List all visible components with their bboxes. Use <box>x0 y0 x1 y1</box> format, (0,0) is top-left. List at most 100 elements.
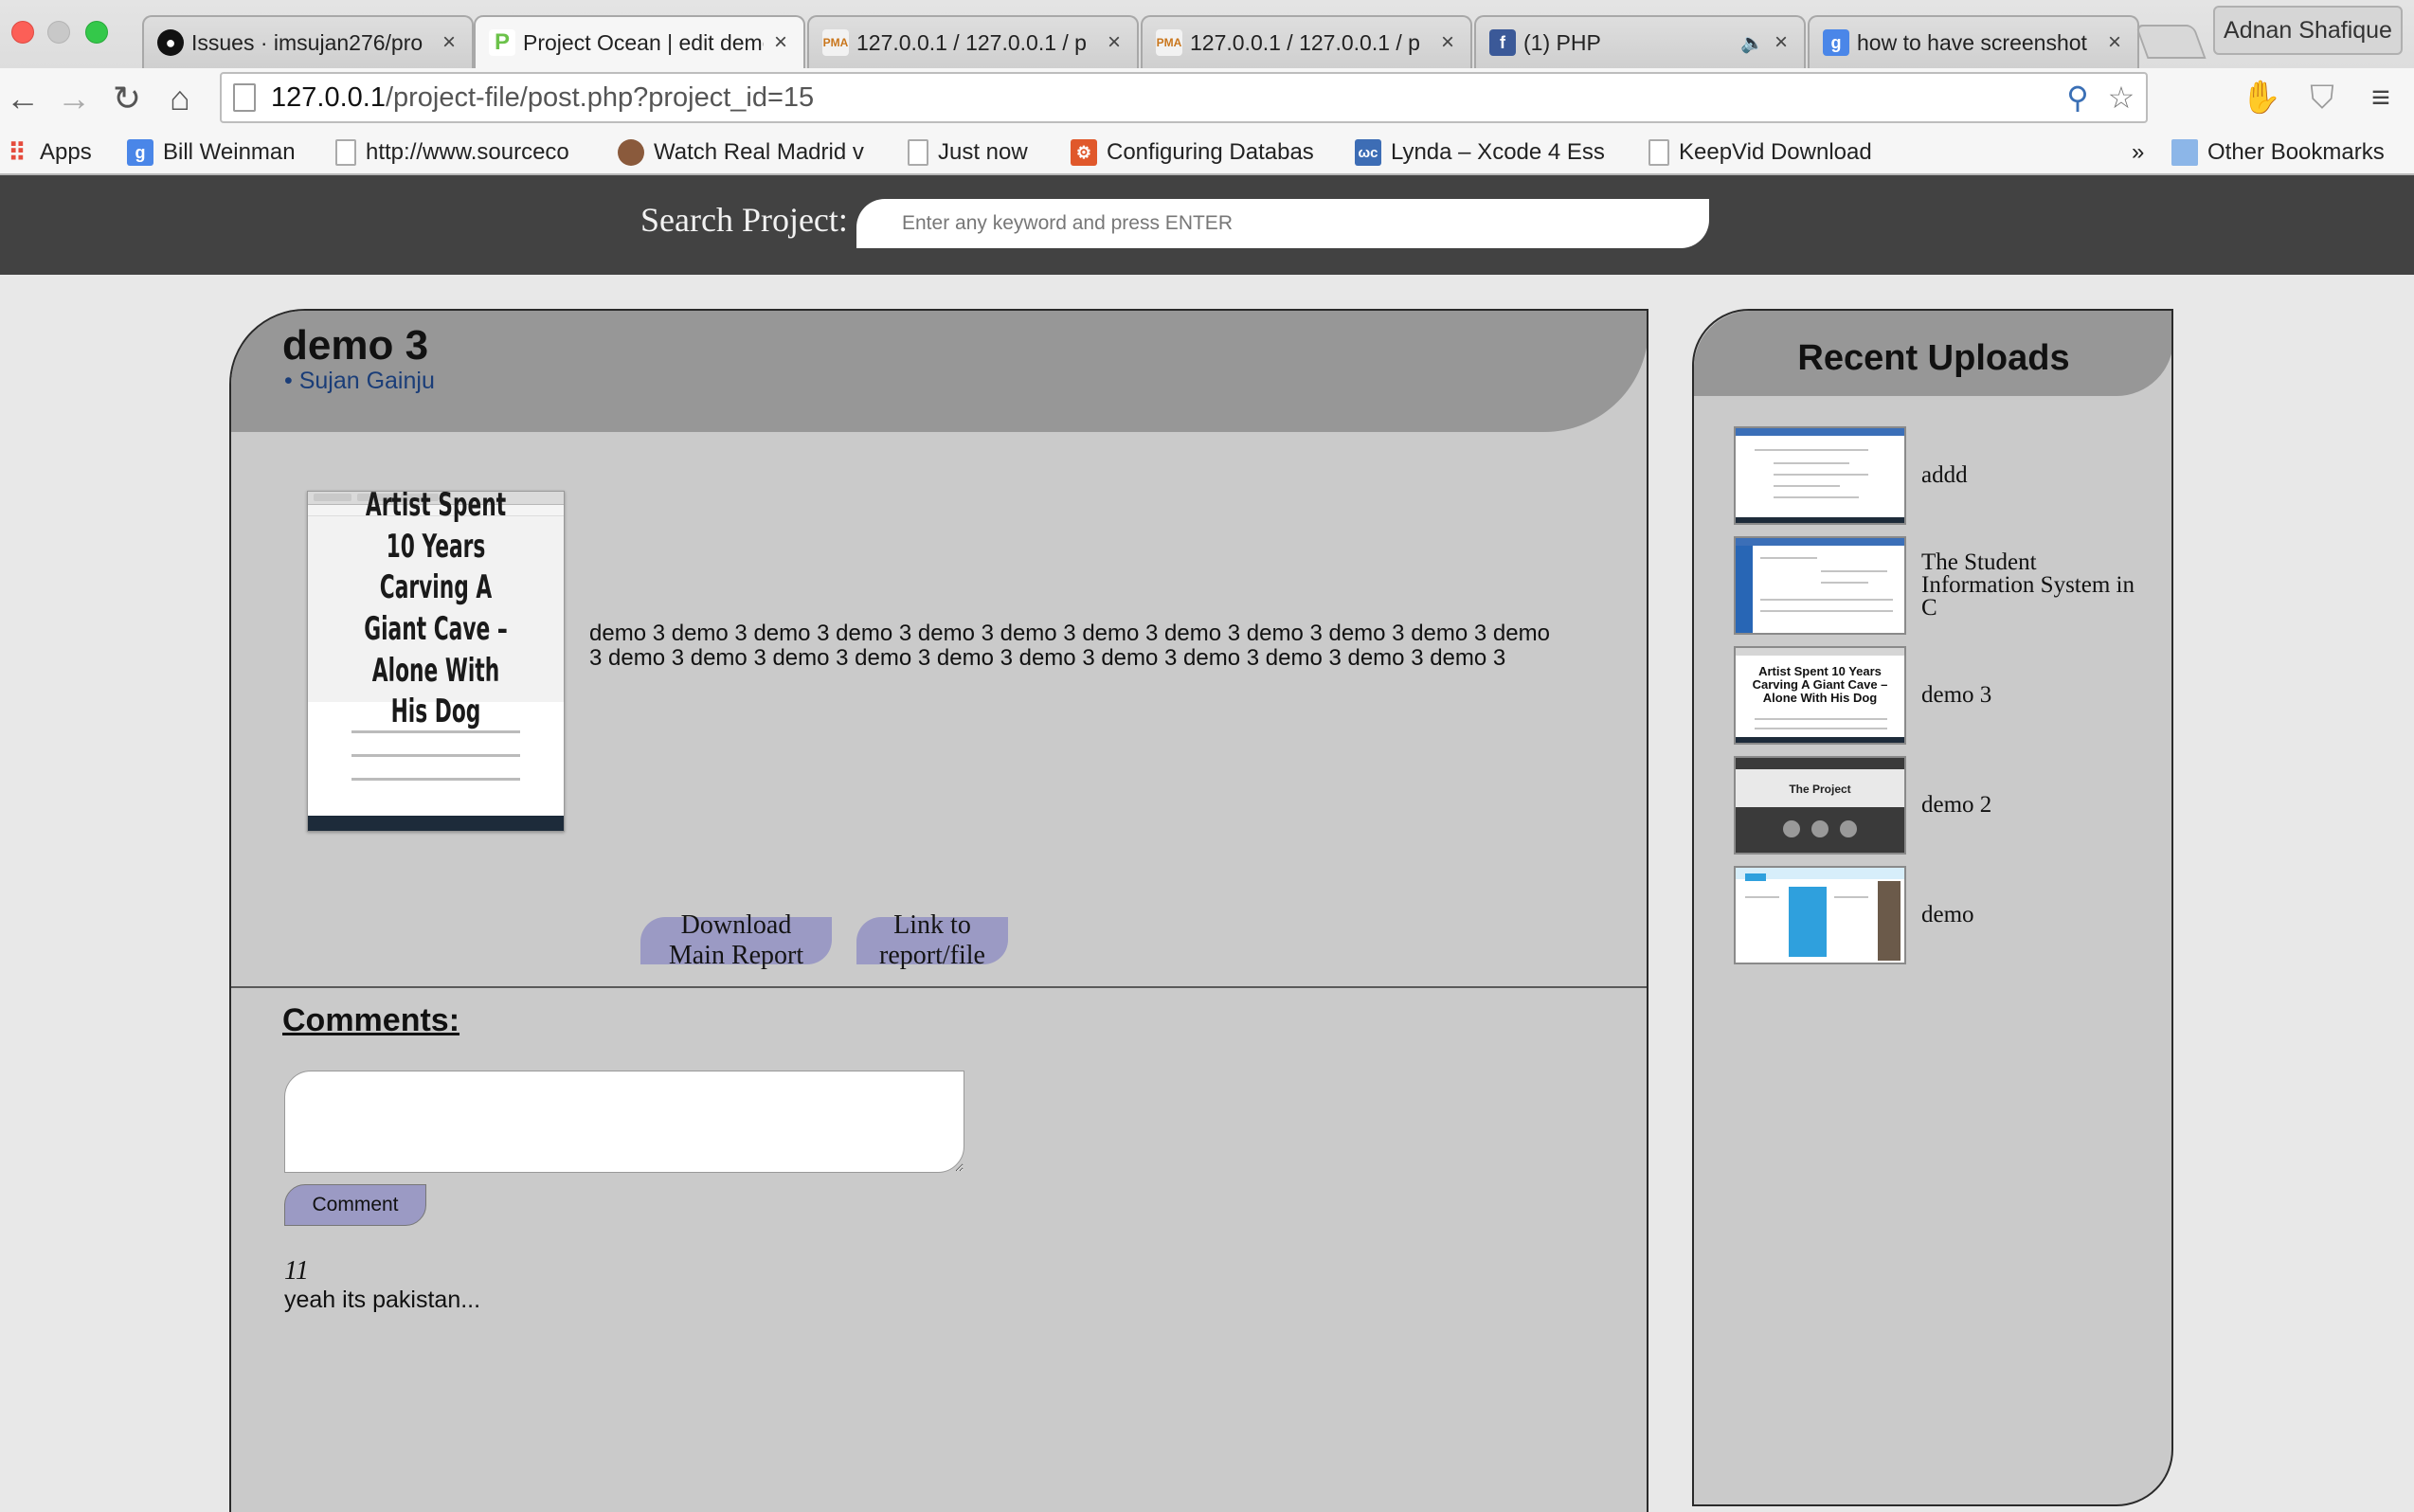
download-report-button[interactable]: Download Main Report <box>640 910 832 970</box>
close-icon[interactable]: × <box>771 29 790 56</box>
url-text[interactable]: 127.0.0.1/project-file/post.php?project_… <box>271 82 2059 114</box>
close-icon[interactable]: × <box>2105 29 2124 56</box>
close-icon[interactable]: × <box>440 29 459 56</box>
author-link[interactable]: • Sujan Gainju <box>284 368 435 395</box>
profile-button[interactable]: Adnan Shafique <box>2213 6 2403 55</box>
search-label: Search Project: <box>640 201 848 239</box>
upload-thumbnail[interactable] <box>1734 536 1906 635</box>
browser-tab[interactable]: PMA 127.0.0.1 / 127.0.0.1 / p × <box>807 15 1139 68</box>
bookmark-item[interactable]: Just now <box>908 135 1050 171</box>
thumb-headline-text: Artist Spent 10 Years Carving A Giant Ca… <box>1752 664 1888 705</box>
tab-title: Issues · imsujan276/pro <box>191 29 423 55</box>
forward-arrow-icon[interactable]: → <box>53 78 95 119</box>
thumb-headline: Artist Spent 10 Years Carving A Giant Ca… <box>308 492 564 730</box>
comments-heading: Comments: <box>282 1002 460 1038</box>
page-icon <box>233 83 256 112</box>
upload-title[interactable]: The Student Information System in C <box>1921 550 2151 620</box>
upload-thumbnail[interactable] <box>1734 866 1906 964</box>
tab-title: 127.0.0.1 / 127.0.0.1 / p <box>1190 29 1420 55</box>
upload-item[interactable]: Artist Spent 10 Years Carving A Giant Ca… <box>1734 646 2151 745</box>
bookmark-label: http://www.sourceco <box>366 139 569 165</box>
facebook-icon: f <box>1489 29 1516 56</box>
post-header: demo 3 • Sujan Gainju <box>231 311 1647 432</box>
phpmyadmin-icon: PMA <box>822 29 849 56</box>
post-panel: demo 3 • Sujan Gainju Artist Spent 10 Ye… <box>229 309 1648 1512</box>
address-bar[interactable]: 127.0.0.1/project-file/post.php?project_… <box>220 72 2148 123</box>
recent-uploads-panel: Recent Uploads addd The Student Informat… <box>1692 309 2173 1506</box>
other-bookmarks-folder[interactable]: Other Bookmarks <box>2171 135 2414 171</box>
upload-item[interactable]: addd <box>1734 426 2151 525</box>
search-input[interactable] <box>856 199 1709 248</box>
bookmark-label: Watch Real Madrid v <box>654 139 864 165</box>
google-icon: g <box>127 139 153 166</box>
sidebar-title: Recent Uploads <box>1797 337 2070 378</box>
post-screenshot[interactable]: Artist Spent 10 Years Carving A Giant Ca… <box>307 491 565 832</box>
tab-title: Project Ocean | edit demo <box>523 29 764 55</box>
bookmark-item[interactable]: KeepVid Download <box>1648 135 1895 171</box>
browser-tab[interactable]: g how to have screenshot × <box>1808 15 2139 68</box>
upload-item[interactable]: The Project demo 2 <box>1734 756 2151 855</box>
adblock-icon[interactable]: ✋ <box>2240 76 2283 119</box>
site-header: Search Project: <box>0 175 2414 275</box>
reload-icon[interactable]: ↻ <box>106 78 148 119</box>
section-divider <box>231 986 1647 988</box>
bookmark-item[interactable]: ⚙ Configuring Databas <box>1071 135 1328 171</box>
tab-strip: ● Issues · imsujan276/pro × P Project Oc… <box>0 0 2414 68</box>
browser-tab-active[interactable]: P Project Ocean | edit demo × <box>474 15 805 68</box>
bookmark-label: KeepVid Download <box>1679 139 1872 165</box>
bookmark-item[interactable]: Watch Real Madrid v <box>618 135 875 171</box>
post-description: demo 3 demo 3 demo 3 demo 3 demo 3 demo … <box>589 621 1550 671</box>
upload-title[interactable]: demo 3 <box>1921 683 1991 707</box>
close-icon[interactable]: × <box>1772 29 1791 56</box>
bookmark-star-icon[interactable]: ☆ <box>2102 79 2140 117</box>
page-icon <box>908 139 928 166</box>
back-arrow-icon[interactable]: ← <box>2 78 44 119</box>
comment-author: 11 <box>284 1256 309 1286</box>
bookmark-item[interactable]: http://www.sourceco <box>335 135 591 171</box>
upload-thumbnail[interactable]: Artist Spent 10 Years Carving A Giant Ca… <box>1734 646 1906 745</box>
url-path: /project-file/post.php?project_id=15 <box>385 81 815 113</box>
comment-text: yeah its pakistan... <box>284 1287 481 1313</box>
upload-thumbnail[interactable] <box>1734 426 1906 525</box>
browser-chrome: ● Issues · imsujan276/pro × P Project Oc… <box>0 0 2414 175</box>
browser-tab[interactable]: ● Issues · imsujan276/pro × <box>142 15 474 68</box>
bookmarks-overflow-button[interactable]: » <box>2132 135 2154 171</box>
bookmarks-bar: ⠿ Apps g Bill Weinman http://www.sourcec… <box>0 131 2414 175</box>
upload-title[interactable]: demo <box>1921 903 1974 927</box>
bookmark-label: Just now <box>938 139 1028 165</box>
browser-tab[interactable]: f (1) PHP 🔈 × <box>1474 15 1806 68</box>
close-window-button[interactable] <box>11 21 34 44</box>
bookmark-label: Other Bookmarks <box>2207 139 2385 165</box>
zoom-window-button[interactable] <box>85 21 108 44</box>
phpmyadmin-icon: PMA <box>1156 29 1182 56</box>
upload-title[interactable]: addd <box>1921 463 1968 487</box>
menu-icon[interactable]: ≡ <box>2359 76 2403 119</box>
tab-title: (1) PHP <box>1523 29 1601 55</box>
page-icon <box>1648 139 1669 166</box>
google-icon: g <box>1823 29 1849 56</box>
upload-item[interactable]: The Student Information System in C <box>1734 536 2151 635</box>
close-icon[interactable]: × <box>1105 29 1124 56</box>
home-icon[interactable]: ⌂ <box>159 78 201 119</box>
comment-submit-button[interactable]: Comment <box>284 1184 426 1226</box>
upload-title[interactable]: demo 2 <box>1921 793 1991 817</box>
comment-textarea[interactable] <box>284 1071 964 1173</box>
speaker-icon[interactable]: 🔈 <box>1740 31 1764 55</box>
shield-icon[interactable]: ⛉ <box>2300 76 2344 119</box>
bookmark-apps[interactable]: ⠿ Apps <box>4 135 108 171</box>
minimize-window-button[interactable] <box>47 21 70 44</box>
github-icon: ● <box>157 29 184 56</box>
thumb-headline-text: The Project <box>1789 783 1851 796</box>
bookmark-label: Lynda – Xcode 4 Ess <box>1391 139 1605 165</box>
upload-thumbnail[interactable]: The Project <box>1734 756 1906 855</box>
bookmark-item[interactable]: g Bill Weinman <box>127 135 316 171</box>
bookmark-item[interactable]: ωc Lynda – Xcode 4 Ess <box>1355 135 1612 171</box>
close-icon[interactable]: × <box>1438 29 1457 56</box>
search-icon[interactable]: ⚲ <box>2059 79 2097 117</box>
apps-grid-icon: ⠿ <box>8 137 27 167</box>
report-link-button[interactable]: Link to report/file <box>856 910 1008 970</box>
folder-icon <box>2171 139 2198 166</box>
new-tab-button[interactable] <box>2135 25 2207 59</box>
browser-tab[interactable]: PMA 127.0.0.1 / 127.0.0.1 / p × <box>1141 15 1472 68</box>
upload-item[interactable]: demo <box>1734 866 2151 964</box>
